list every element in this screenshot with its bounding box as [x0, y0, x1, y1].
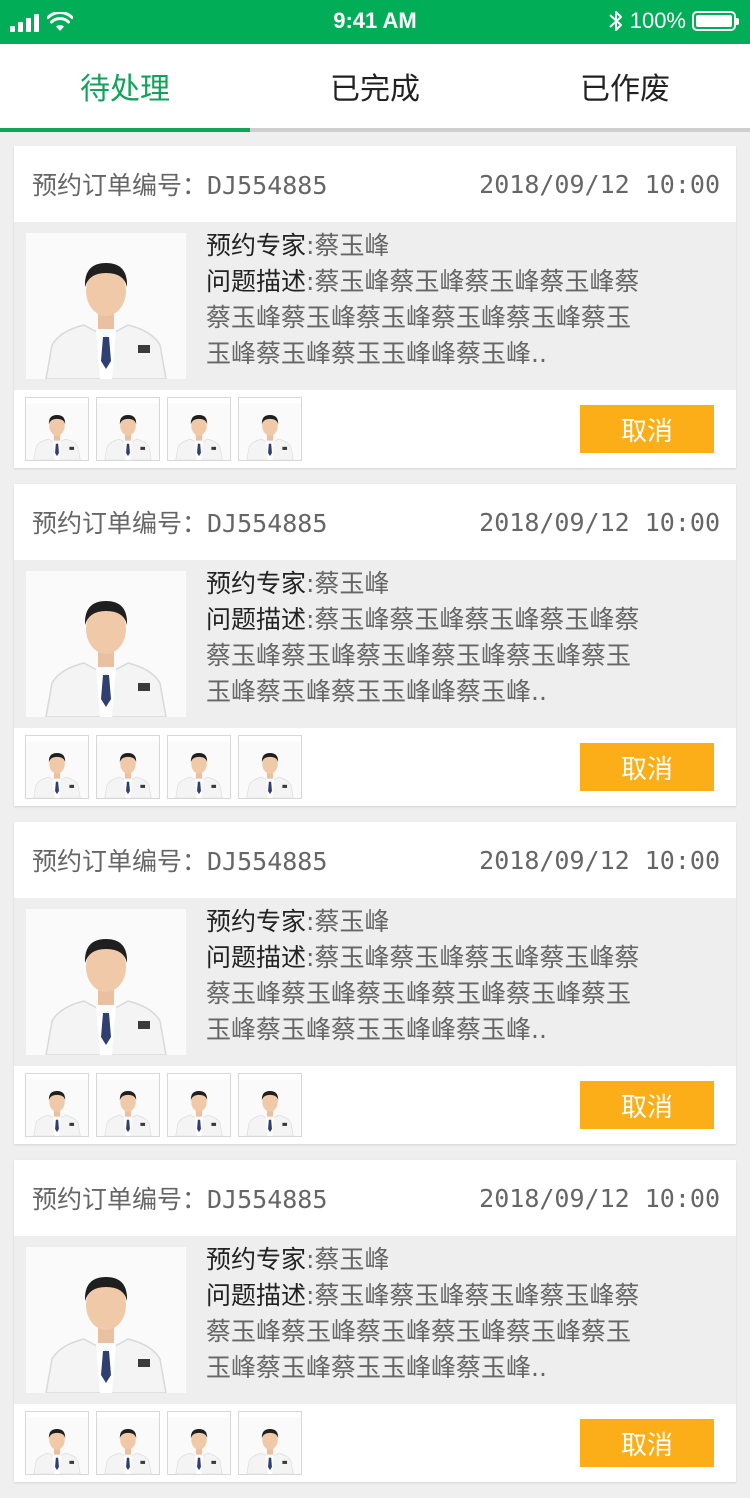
- attachment-thumbnail[interactable]: [238, 1411, 302, 1475]
- description-line-2: 蔡玉峰蔡玉峰蔡玉峰蔡玉峰蔡玉峰蔡玉: [206, 303, 632, 332]
- order-number: 预约订单编号：DJ554885: [32, 1185, 328, 1214]
- doctor-photo: [26, 233, 186, 379]
- battery-icon: [692, 11, 739, 31]
- attachment-thumbnail[interactable]: [96, 735, 160, 799]
- description-line-3: 玉峰蔡玉峰蔡玉玉峰峰蔡玉峰..: [206, 1353, 547, 1382]
- description-line-1: :蔡玉峰蔡玉峰蔡玉峰蔡玉峰蔡: [306, 267, 640, 296]
- order-header: 预约订单编号：DJ554885 2018/09/12 10:00: [14, 1160, 736, 1236]
- order-number: 预约订单编号：DJ554885: [32, 509, 328, 538]
- expert-label: 预约专家: [206, 907, 307, 936]
- description-line-1: :蔡玉峰蔡玉峰蔡玉峰蔡玉峰蔡: [306, 943, 640, 972]
- expert-name: :蔡玉峰: [306, 231, 390, 260]
- expert-name: :蔡玉峰: [306, 569, 390, 598]
- order-list: 预约订单编号：DJ554885 2018/09/12 10:00 预约专家:蔡玉…: [14, 146, 736, 1498]
- attachment-thumbnail[interactable]: [167, 735, 231, 799]
- attachment-thumbnail[interactable]: [25, 397, 89, 461]
- description-line-1: :蔡玉峰蔡玉峰蔡玉峰蔡玉峰蔡: [306, 605, 640, 634]
- expert-name: :蔡玉峰: [306, 907, 390, 936]
- order-info: 预约专家:蔡玉峰 问题描述:蔡玉峰蔡玉峰蔡玉峰蔡玉峰蔡 蔡玉峰蔡玉峰蔡玉峰蔡玉峰…: [206, 228, 720, 372]
- tab-bar: 待处理 已完成 已作废: [0, 44, 750, 132]
- attachment-thumbnail[interactable]: [25, 1073, 89, 1137]
- attachment-thumbnail[interactable]: [238, 397, 302, 461]
- description-label: 问题描述: [206, 943, 307, 972]
- attachment-thumbnail[interactable]: [96, 1073, 160, 1137]
- cancel-button[interactable]: 取消: [580, 405, 714, 453]
- order-datetime: 2018/09/12 10:00: [479, 845, 720, 875]
- attachment-thumbnail[interactable]: [96, 1411, 160, 1475]
- status-bar: 9:41 AM 100%: [0, 0, 750, 44]
- order-footer: 取消: [14, 1404, 736, 1482]
- expert-label: 预约专家: [206, 1245, 307, 1274]
- attachment-thumbnail[interactable]: [167, 1411, 231, 1475]
- order-header: 预约订单编号：DJ554885 2018/09/12 10:00: [14, 822, 736, 898]
- attachment-thumbnail[interactable]: [238, 1073, 302, 1137]
- description-label: 问题描述: [206, 267, 307, 296]
- description-label: 问题描述: [206, 605, 307, 634]
- attachment-thumbnails: [25, 1073, 302, 1137]
- attachment-thumbnails: [25, 397, 302, 461]
- order-footer: 取消: [14, 390, 736, 468]
- bluetooth-icon: [609, 11, 622, 31]
- description-line-2: 蔡玉峰蔡玉峰蔡玉峰蔡玉峰蔡玉峰蔡玉: [206, 1317, 632, 1346]
- doctor-photo: [26, 909, 186, 1055]
- order-card[interactable]: 预约订单编号：DJ554885 2018/09/12 10:00 预约专家:蔡玉…: [14, 146, 736, 468]
- doctor-photo: [26, 1247, 186, 1393]
- order-card[interactable]: 预约订单编号：DJ554885 2018/09/12 10:00 预约专家:蔡玉…: [14, 484, 736, 806]
- order-body: 预约专家:蔡玉峰 问题描述:蔡玉峰蔡玉峰蔡玉峰蔡玉峰蔡 蔡玉峰蔡玉峰蔡玉峰蔡玉峰…: [14, 1236, 736, 1404]
- order-datetime: 2018/09/12 10:00: [479, 507, 720, 537]
- expert-label: 预约专家: [206, 231, 307, 260]
- order-info: 预约专家:蔡玉峰 问题描述:蔡玉峰蔡玉峰蔡玉峰蔡玉峰蔡 蔡玉峰蔡玉峰蔡玉峰蔡玉峰…: [206, 566, 720, 710]
- description-line-3: 玉峰蔡玉峰蔡玉玉峰峰蔡玉峰..: [206, 1015, 547, 1044]
- attachment-thumbnail[interactable]: [167, 1073, 231, 1137]
- order-footer: 取消: [14, 728, 736, 806]
- attachment-thumbnails: [25, 1411, 302, 1475]
- description-line-3: 玉峰蔡玉峰蔡玉玉峰峰蔡玉峰..: [206, 677, 547, 706]
- order-card[interactable]: 预约订单编号：DJ554885 2018/09/12 10:00 预约专家:蔡玉…: [14, 822, 736, 1144]
- doctor-photo: [26, 571, 186, 717]
- tab-pending[interactable]: 待处理: [0, 44, 250, 132]
- tab-voided[interactable]: 已作废: [500, 44, 750, 128]
- attachment-thumbnail[interactable]: [25, 1411, 89, 1475]
- order-datetime: 2018/09/12 10:00: [479, 1183, 720, 1213]
- order-info: 预约专家:蔡玉峰 问题描述:蔡玉峰蔡玉峰蔡玉峰蔡玉峰蔡 蔡玉峰蔡玉峰蔡玉峰蔡玉峰…: [206, 904, 720, 1048]
- order-footer: 取消: [14, 1066, 736, 1144]
- attachment-thumbnail[interactable]: [238, 735, 302, 799]
- expert-label: 预约专家: [206, 569, 307, 598]
- status-right: 100%: [608, 8, 739, 34]
- cancel-button[interactable]: 取消: [580, 1081, 714, 1129]
- order-number: 预约订单编号：DJ554885: [32, 847, 328, 876]
- description-line-2: 蔡玉峰蔡玉峰蔡玉峰蔡玉峰蔡玉峰蔡玉: [206, 979, 632, 1008]
- order-body: 预约专家:蔡玉峰 问题描述:蔡玉峰蔡玉峰蔡玉峰蔡玉峰蔡 蔡玉峰蔡玉峰蔡玉峰蔡玉峰…: [14, 222, 736, 390]
- order-body: 预约专家:蔡玉峰 问题描述:蔡玉峰蔡玉峰蔡玉峰蔡玉峰蔡 蔡玉峰蔡玉峰蔡玉峰蔡玉峰…: [14, 560, 736, 728]
- order-datetime: 2018/09/12 10:00: [479, 169, 720, 199]
- attachment-thumbnail[interactable]: [25, 735, 89, 799]
- order-card[interactable]: 预约订单编号：DJ554885 2018/09/12 10:00 预约专家:蔡玉…: [14, 1160, 736, 1482]
- attachment-thumbnails: [25, 735, 302, 799]
- battery-percent: 100%: [629, 8, 686, 33]
- order-body: 预约专家:蔡玉峰 问题描述:蔡玉峰蔡玉峰蔡玉峰蔡玉峰蔡 蔡玉峰蔡玉峰蔡玉峰蔡玉峰…: [14, 898, 736, 1066]
- description-label: 问题描述: [206, 1281, 307, 1310]
- cancel-button[interactable]: 取消: [580, 743, 714, 791]
- description-line-2: 蔡玉峰蔡玉峰蔡玉峰蔡玉峰蔡玉峰蔡玉: [206, 641, 632, 670]
- attachment-thumbnail[interactable]: [96, 397, 160, 461]
- attachment-thumbnail[interactable]: [167, 397, 231, 461]
- description-line-1: :蔡玉峰蔡玉峰蔡玉峰蔡玉峰蔡: [306, 1281, 640, 1310]
- order-info: 预约专家:蔡玉峰 问题描述:蔡玉峰蔡玉峰蔡玉峰蔡玉峰蔡 蔡玉峰蔡玉峰蔡玉峰蔡玉峰…: [206, 1242, 720, 1386]
- description-line-3: 玉峰蔡玉峰蔡玉玉峰峰蔡玉峰..: [206, 339, 547, 368]
- tab-completed[interactable]: 已完成: [250, 44, 500, 128]
- order-header: 预约订单编号：DJ554885 2018/09/12 10:00: [14, 146, 736, 222]
- order-number: 预约订单编号：DJ554885: [32, 171, 328, 200]
- order-header: 预约订单编号：DJ554885 2018/09/12 10:00: [14, 484, 736, 560]
- cancel-button[interactable]: 取消: [580, 1419, 714, 1467]
- expert-name: :蔡玉峰: [306, 1245, 390, 1274]
